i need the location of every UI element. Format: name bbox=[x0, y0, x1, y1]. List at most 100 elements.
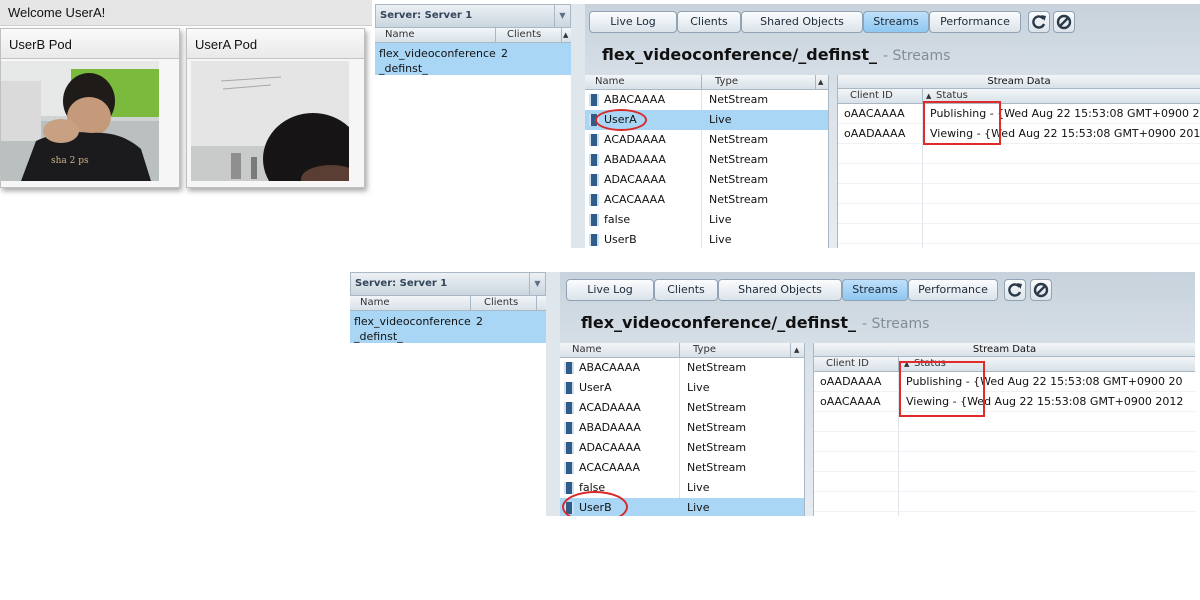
stream-data-row[interactable]: oAACAAAA Viewing - {Wed Aug 22 15:53:08 G… bbox=[814, 392, 1195, 412]
highlight-circle bbox=[595, 109, 647, 131]
tab-clients[interactable]: Clients bbox=[654, 279, 718, 301]
stream-name: ABADAAAA bbox=[604, 153, 666, 166]
app-name: flex_videoconference bbox=[379, 47, 496, 60]
tab-performance[interactable]: Performance bbox=[929, 11, 1021, 33]
sort-up-icon[interactable]: ▲ bbox=[926, 92, 931, 100]
stream-data-header: Stream Data bbox=[838, 75, 1200, 89]
page-title: flex_videoconference/_definst_ - Streams bbox=[581, 313, 929, 332]
page-title-text: flex_videoconference/_definst_ bbox=[602, 45, 877, 64]
server-label: Server: Server 1 bbox=[355, 278, 448, 289]
stream-name: false bbox=[604, 213, 631, 226]
app-clients-count: 2 bbox=[501, 47, 508, 60]
highlight-box bbox=[923, 101, 1001, 145]
video-feed-userb: sha 2 ps bbox=[1, 61, 159, 181]
app-instance: _definst_ bbox=[379, 62, 428, 75]
streams-grid-header: Name Type ▲ bbox=[560, 343, 804, 358]
page-subtitle: - Streams bbox=[882, 48, 951, 64]
sort-up-icon[interactable]: ▲ bbox=[794, 346, 799, 354]
film-icon bbox=[589, 94, 599, 106]
film-icon bbox=[564, 402, 574, 414]
col-name-header[interactable]: Name bbox=[385, 29, 415, 40]
refresh-icon[interactable] bbox=[1004, 279, 1026, 301]
stream-type: NetStream bbox=[709, 93, 769, 106]
film-icon bbox=[564, 442, 574, 454]
film-icon bbox=[589, 134, 599, 146]
app-grid-header: Name Clients bbox=[350, 296, 546, 311]
stop-icon[interactable] bbox=[1030, 279, 1052, 301]
pod-title: UserB Pod bbox=[1, 29, 179, 59]
stream-data-panel: Stream Data Client ID ▲ Status oAADAAAA P… bbox=[813, 343, 1195, 516]
tab-performance[interactable]: Performance bbox=[908, 279, 998, 301]
col-status-header[interactable]: Status bbox=[936, 90, 968, 101]
stream-row[interactable]: ACADAAAA NetStream bbox=[585, 130, 828, 150]
tab-shared-objects[interactable]: Shared Objects bbox=[741, 11, 863, 33]
app-row-selected[interactable]: flex_videoconference _definst_ 2 bbox=[375, 43, 571, 75]
stream-row[interactable]: false Live bbox=[585, 210, 828, 230]
app-instance: _definst_ bbox=[354, 330, 403, 343]
stream-row[interactable]: ADACAAAA NetStream bbox=[585, 170, 828, 190]
col-name-header[interactable]: Name bbox=[360, 297, 390, 308]
stop-icon[interactable] bbox=[1053, 11, 1075, 33]
col-name-header[interactable]: Name bbox=[595, 76, 625, 87]
tab-clients[interactable]: Clients bbox=[677, 11, 741, 33]
tab-live-log[interactable]: Live Log bbox=[566, 279, 654, 301]
app-name: flex_videoconference bbox=[354, 315, 471, 328]
highlight-box bbox=[899, 361, 985, 417]
film-icon bbox=[564, 382, 574, 394]
stream-row[interactable]: UserA Live bbox=[560, 378, 804, 398]
streams-grid: Name Type ▲ ABACAAAA NetStream UserA Live … bbox=[560, 343, 805, 516]
server-label: Server: Server 1 bbox=[380, 10, 473, 21]
col-clients-header[interactable]: Clients bbox=[484, 297, 518, 308]
server-selector[interactable]: Server: Server 1 ▼ bbox=[375, 4, 571, 28]
stream-row[interactable]: ABACAAAA NetStream bbox=[585, 90, 828, 110]
sort-up-icon[interactable]: ▲ bbox=[818, 78, 823, 86]
film-icon bbox=[589, 174, 599, 186]
tab-live-log[interactable]: Live Log bbox=[589, 11, 677, 33]
stream-row[interactable]: ACACAAAA NetStream bbox=[585, 190, 828, 210]
stream-row[interactable]: UserB Live bbox=[585, 230, 828, 248]
chevron-down-icon[interactable]: ▼ bbox=[529, 273, 545, 295]
server-selector[interactable]: Server: Server 1 ▼ bbox=[350, 272, 546, 296]
film-icon bbox=[589, 194, 599, 206]
stream-row[interactable]: ABADAAAA NetStream bbox=[560, 418, 804, 438]
stream-type: NetStream bbox=[709, 153, 769, 166]
stream-data-row[interactable]: oAACAAAA Publishing - {Wed Aug 22 15:53:0… bbox=[838, 104, 1200, 124]
highlight-circle bbox=[562, 491, 628, 516]
stream-type: Live bbox=[709, 233, 732, 246]
client-id: oAADAAAA bbox=[844, 127, 906, 140]
stream-data-row[interactable]: oAADAAAA Publishing - {Wed Aug 22 15:53:0… bbox=[814, 372, 1195, 392]
sort-up-icon[interactable]: ▲ bbox=[563, 31, 568, 39]
tab-streams[interactable]: Streams bbox=[842, 279, 908, 301]
stream-row[interactable]: ABADAAAA NetStream bbox=[585, 150, 828, 170]
stream-row[interactable]: ABACAAAA NetStream bbox=[560, 358, 804, 378]
film-icon bbox=[589, 234, 599, 246]
stream-row[interactable]: ADACAAAA NetStream bbox=[560, 438, 804, 458]
chevron-down-icon[interactable]: ▼ bbox=[554, 5, 570, 27]
stream-data-col-header: Client ID ▲ Status bbox=[838, 89, 1200, 104]
page-title-text: flex_videoconference/_definst_ bbox=[581, 313, 856, 332]
streams-grid-header: Name Type ▲ bbox=[585, 75, 828, 90]
film-icon bbox=[564, 462, 574, 474]
stream-row[interactable]: ACADAAAA NetStream bbox=[560, 398, 804, 418]
stream-row[interactable]: ACACAAAA NetStream bbox=[560, 458, 804, 478]
videoconference-app: Welcome UserA! UserB Pod sha 2 ps UserA … bbox=[0, 0, 372, 200]
stream-name: ACADAAAA bbox=[604, 133, 666, 146]
stream-name: ACACAAAA bbox=[604, 193, 666, 206]
video-feed-usera bbox=[191, 61, 349, 181]
col-clients-header[interactable]: Clients bbox=[507, 29, 541, 40]
page-subtitle: - Streams bbox=[861, 316, 930, 332]
col-name-header[interactable]: Name bbox=[572, 344, 602, 355]
stream-name: ABADAAAA bbox=[579, 421, 641, 434]
col-client-id-header[interactable]: Client ID bbox=[826, 358, 869, 369]
stream-type: Live bbox=[709, 213, 732, 226]
col-client-id-header[interactable]: Client ID bbox=[850, 90, 893, 101]
app-row-selected[interactable]: flex_videoconference _definst_ 2 bbox=[350, 311, 546, 343]
col-type-header[interactable]: Type bbox=[715, 76, 738, 87]
tab-shared-objects[interactable]: Shared Objects bbox=[718, 279, 842, 301]
tab-streams[interactable]: Streams bbox=[863, 11, 929, 33]
server-column: Server: Server 1 ▼ Name Clients flex_vid… bbox=[350, 272, 546, 516]
col-type-header[interactable]: Type bbox=[693, 344, 716, 355]
refresh-icon[interactable] bbox=[1028, 11, 1050, 33]
client-id: oAACAAAA bbox=[820, 395, 881, 408]
stream-data-row[interactable]: oAADAAAA Viewing - {Wed Aug 22 15:53:08 G… bbox=[838, 124, 1200, 144]
